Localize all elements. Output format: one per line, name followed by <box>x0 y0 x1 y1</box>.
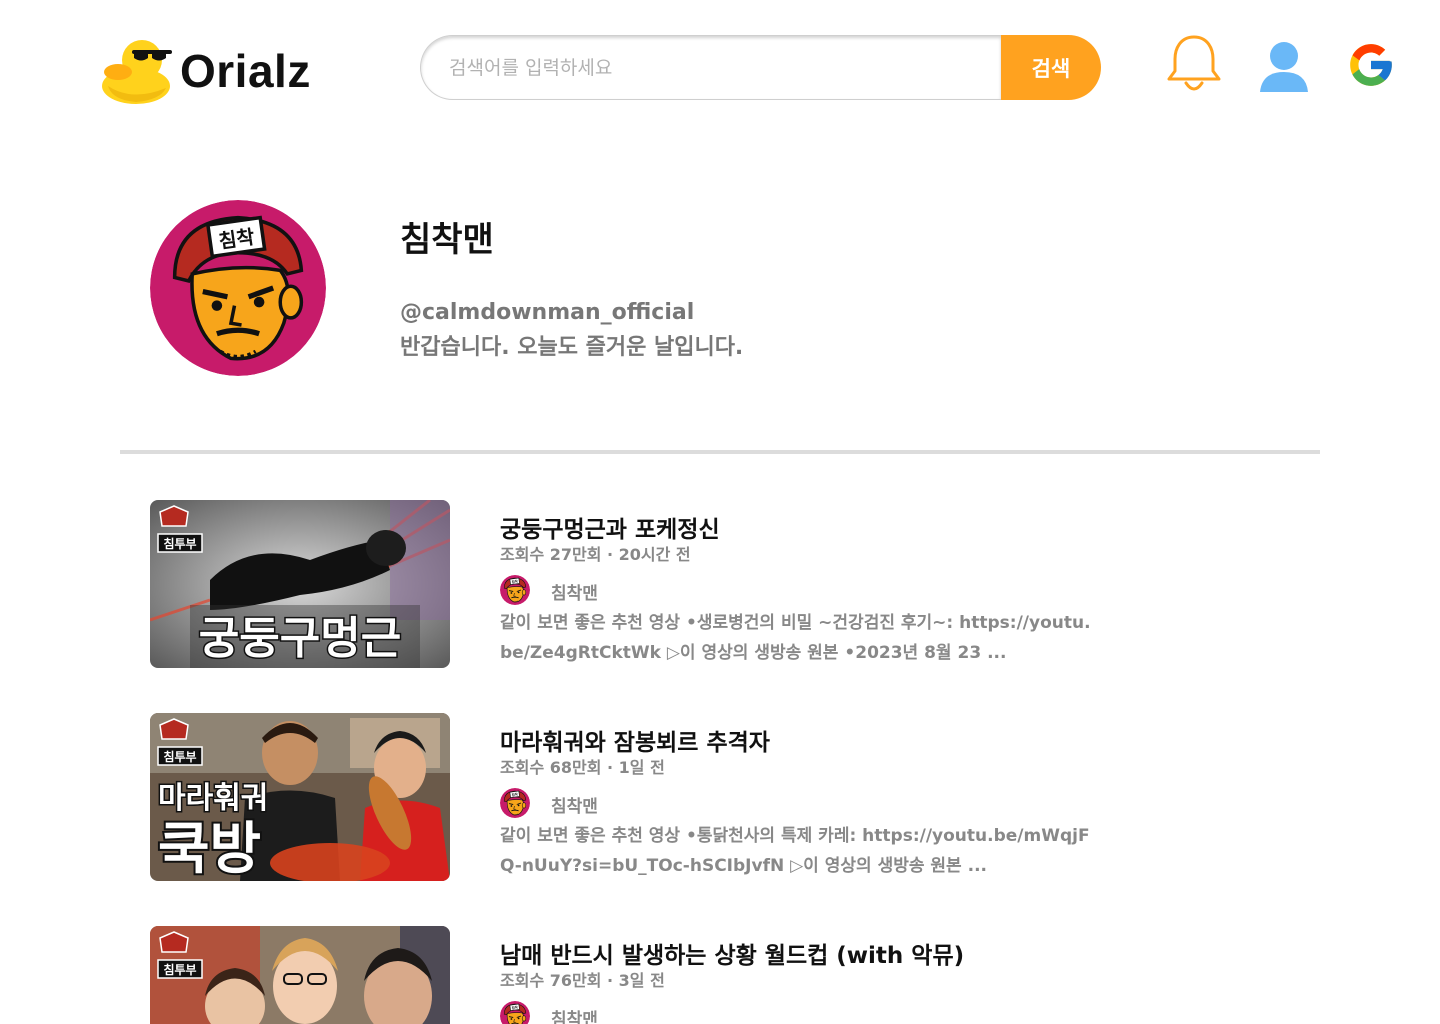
channel-description: 반갑습니다. 오늘도 즐거운 날입니다. <box>400 335 744 360</box>
video-thumbnail[interactable]: 궁둥구멍근 침투부 <box>150 500 450 668</box>
video-description: 같이 보면 좋은 추천 영상 •통닭천사의 특제 카레: https://you… <box>500 826 1090 876</box>
video-title[interactable]: 마라훠궈와 잠봉뵈르 추격자 <box>500 723 770 757</box>
video-channel-avatar[interactable] <box>500 1001 530 1024</box>
video-description: 같이 보면 좋은 추천 영상 •생로병건의 비밀 ~건강검진 후기~: http… <box>500 613 1091 663</box>
search-button[interactable]: 검색 <box>1001 35 1101 100</box>
video-thumbnail[interactable]: 마라훠궈 쿡방 침투부 <box>150 713 450 881</box>
video-channel-name[interactable]: 침착맨 <box>551 579 598 604</box>
thumb-text-2: 쿡방 <box>158 817 261 881</box>
search-bar: 검색 <box>420 35 1101 100</box>
search-input[interactable] <box>420 35 1001 100</box>
video-meta: 조회수 68만회 · 1일 전 <box>500 758 665 777</box>
channel-avatar <box>150 200 326 376</box>
video-title[interactable]: 남매 반드시 발생하는 상황 월드컵 (with 악뮤) <box>500 936 964 970</box>
video-item[interactable]: 궁둥구멍근 침투부 궁둥구멍근과 포케정신 조회수 27만회 · 20시간 전 … <box>150 500 1110 670</box>
video-meta: 조회수 76만회 · 3일 전 <box>500 971 665 990</box>
bell-icon[interactable] <box>1165 33 1223 93</box>
duck-logo-icon <box>102 36 174 106</box>
video-meta: 조회수 27만회 · 20시간 전 <box>500 545 691 564</box>
site-logo[interactable]: Orialz <box>102 36 311 106</box>
divider <box>120 450 1320 454</box>
video-thumbnail[interactable]: 침투부 <box>150 926 450 1024</box>
thumb-text: 궁둥구멍근 <box>199 613 401 664</box>
logo-text: Orialz <box>180 45 311 97</box>
google-icon[interactable] <box>1346 40 1396 90</box>
video-channel-avatar[interactable] <box>500 575 530 605</box>
user-icon[interactable] <box>1258 40 1310 94</box>
video-item[interactable]: 침투부 남매 반드시 발생하는 상황 월드컵 (with 악뮤) 조회수 76만… <box>150 926 1110 1024</box>
video-title[interactable]: 궁둥구멍근과 포케정신 <box>500 510 720 544</box>
thumb-text-1: 마라훠궈 <box>158 781 268 816</box>
thumb-badge: 침투부 <box>163 962 196 977</box>
channel-handle: @calmdownman_official <box>400 300 695 325</box>
channel-name: 침착맨 <box>400 220 494 260</box>
thumb-badge: 침투부 <box>163 536 196 551</box>
thumb-badge: 침투부 <box>163 749 196 764</box>
video-channel-name[interactable]: 침착맨 <box>551 792 598 817</box>
video-channel-avatar[interactable] <box>500 788 530 818</box>
video-item[interactable]: 마라훠궈 쿡방 침투부 마라훠궈와 잠봉뵈르 추격자 조회수 68만회 · 1일… <box>150 713 1110 883</box>
video-channel-name[interactable]: 침착맨 <box>551 1005 598 1024</box>
